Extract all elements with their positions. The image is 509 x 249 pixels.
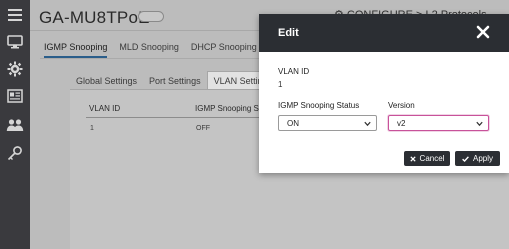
check-icon	[462, 155, 469, 162]
table-header-divider	[86, 117, 286, 118]
version-selected-value: v2	[397, 119, 406, 128]
tab-igmp-snooping[interactable]: IGMP Snooping	[44, 42, 108, 58]
primary-tabs: IGMP Snooping MLD Snooping DHCP Snooping…	[44, 42, 294, 58]
apply-button[interactable]: Apply	[455, 151, 500, 166]
apply-button-label: Apply	[472, 154, 493, 163]
igmp-status-label: IGMP Snooping Status	[278, 101, 360, 110]
device-status-badge[interactable]	[138, 11, 164, 22]
column-header-igmp-status: IGMP Snooping Stat	[195, 104, 268, 113]
vlan-id-value: 1	[278, 80, 283, 89]
gear-icon[interactable]	[6, 60, 24, 78]
users-icon[interactable]	[6, 116, 24, 134]
cancel-button-label: Cancel	[419, 154, 445, 163]
igmp-status-select[interactable]: ON	[278, 115, 377, 131]
table-cell-vlan-id: 1	[90, 125, 94, 132]
version-select[interactable]: v2	[388, 115, 489, 131]
dialog-title: Edit	[278, 27, 299, 39]
cancel-button[interactable]: Cancel	[404, 151, 450, 166]
vlan-id-label: VLAN ID	[278, 67, 310, 76]
tab-dhcp-snooping[interactable]: DHCP Snooping	[191, 42, 257, 58]
tab-port-settings[interactable]: Port Settings	[143, 72, 207, 90]
sidebar	[0, 0, 30, 249]
edit-dialog: Edit VLAN ID 1 IGMP Snooping Status Vers…	[259, 14, 509, 173]
tab-global-settings[interactable]: Global Settings	[70, 72, 143, 90]
close-icon	[409, 155, 416, 162]
table-cell-igmp-status: OFF	[196, 125, 210, 132]
chevron-down-icon	[364, 120, 371, 129]
key-icon[interactable]	[6, 144, 24, 162]
column-header-vlan-id: VLAN ID	[89, 104, 121, 113]
list-panel-icon[interactable]	[6, 87, 24, 105]
version-label: Version	[388, 101, 415, 110]
tab-mld-snooping[interactable]: MLD Snooping	[119, 42, 179, 58]
chevron-down-icon	[476, 120, 483, 129]
dialog-header: Edit	[259, 14, 509, 52]
igmp-status-selected-value: ON	[287, 119, 299, 128]
close-icon[interactable]	[476, 25, 490, 39]
menu-icon[interactable]	[6, 6, 24, 24]
monitor-icon[interactable]	[6, 33, 24, 51]
secondary-tabs: Global Settings Port Settings VLAN Setti…	[70, 71, 280, 90]
